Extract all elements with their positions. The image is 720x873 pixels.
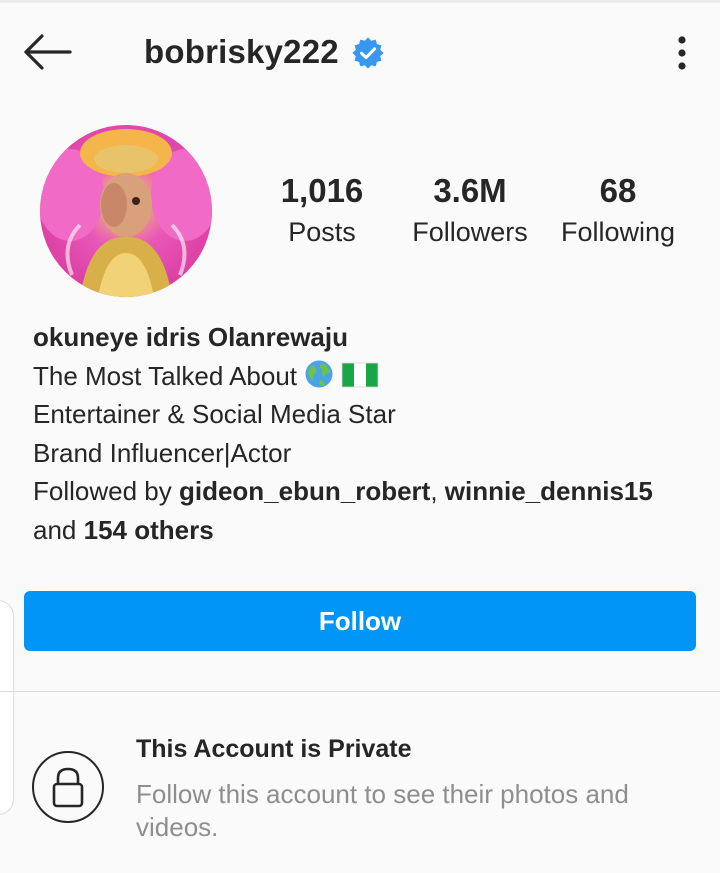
followed-by-prefix: Followed by bbox=[33, 476, 179, 506]
profile-header: bobrisky222 bbox=[0, 3, 720, 93]
others-link[interactable]: 154 others bbox=[84, 515, 214, 545]
side-panel-edge bbox=[0, 600, 14, 815]
following-value: 68 bbox=[599, 172, 637, 209]
profile-username: bobrisky222 bbox=[144, 33, 339, 70]
bio-line-1: The Most Talked About bbox=[33, 357, 703, 396]
bio-line-1-text: The Most Talked About bbox=[33, 360, 305, 391]
profile-bio: okuneye idris Olanrewaju The Most Talked… bbox=[33, 318, 703, 549]
full-name: okuneye idris Olanrewaju bbox=[33, 322, 348, 352]
and-text: and bbox=[33, 514, 84, 545]
followed-by-separator: , bbox=[430, 476, 445, 506]
arrow-left-icon bbox=[24, 34, 72, 70]
private-account-description: Follow this account to see their photos … bbox=[136, 779, 629, 842]
followed-by-others: and 154 others bbox=[33, 511, 703, 550]
bio-line-3: Brand Influencer|Actor bbox=[33, 437, 292, 468]
posts-label: Posts bbox=[288, 217, 356, 247]
posts-count: 1,016 Posts bbox=[262, 172, 382, 250]
verified-badge-icon bbox=[352, 37, 384, 69]
private-account-title: This Account is Private bbox=[136, 735, 412, 763]
more-options-button[interactable] bbox=[664, 33, 700, 73]
globe-emoji-icon bbox=[305, 360, 333, 387]
lock-icon bbox=[52, 767, 84, 808]
followers-value: 3.6M bbox=[433, 172, 507, 209]
bio-line-2: Entertainer & Social Media Star bbox=[33, 399, 396, 429]
profile-avatar[interactable] bbox=[40, 125, 212, 297]
followers-count[interactable]: 3.6M Followers bbox=[400, 172, 540, 250]
followers-label: Followers bbox=[412, 217, 528, 247]
following-label: Following bbox=[560, 217, 676, 247]
followed-by: Followed by gideon_ebun_robert, winnie_d… bbox=[33, 472, 703, 511]
back-button[interactable] bbox=[18, 31, 76, 73]
section-divider bbox=[0, 691, 720, 692]
avatar-image bbox=[40, 125, 212, 297]
more-vertical-icon bbox=[678, 36, 686, 70]
posts-value: 1,016 bbox=[280, 172, 364, 209]
mutual-follower-link[interactable]: winnie_dennis15 bbox=[445, 476, 653, 506]
following-count[interactable]: 68 Following bbox=[554, 172, 682, 250]
nigeria-flag-emoji-icon bbox=[342, 362, 379, 387]
mutual-follower-link[interactable]: gideon_ebun_robert bbox=[179, 476, 430, 506]
follow-button[interactable]: Follow bbox=[24, 591, 696, 651]
lock-badge bbox=[32, 751, 104, 823]
